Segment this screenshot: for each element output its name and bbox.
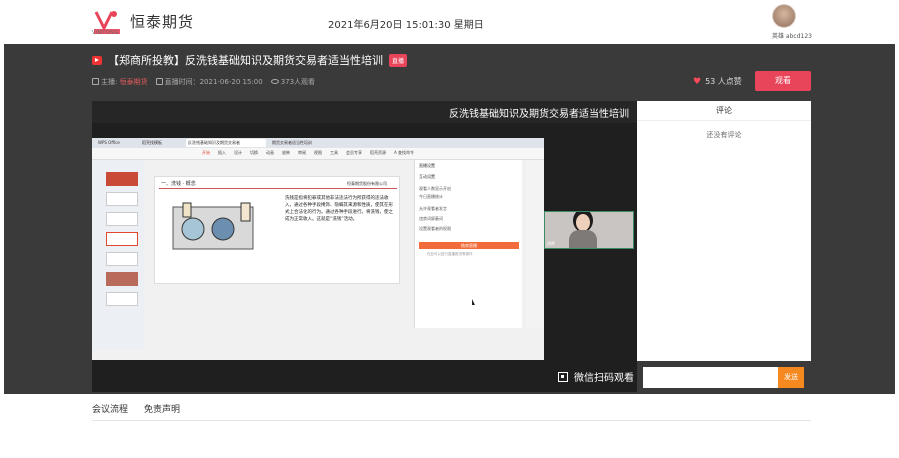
presenter: [569, 214, 597, 248]
wechat-qr-watch[interactable]: 微信扫码观看: [558, 369, 634, 384]
webcam-inset: 讲师: [544, 211, 634, 249]
slide-canvas: 一、洗钱 · 概念 恒泰期货股份有限公司 洗钱是指将犯罪或其他非法违法行为所获得…: [154, 176, 400, 284]
ribbon-item: 视图: [314, 150, 322, 155]
ribbon-items: 开始 插入 设计 切换 动画 放映 审阅 视图 工具 会员专享 稻壳资源 A 查…: [202, 150, 414, 156]
money-laundering-illustration: [172, 202, 254, 250]
comment-header[interactable]: 评论: [637, 101, 811, 121]
slide-body-text: 洗钱是指将犯罪或其他非法违法行为所获得的违法收入，通过各种手段掩饰、隐瞒其来源和…: [285, 196, 393, 222]
live-time: 直播时间：2021-06-20 15:00: [155, 77, 263, 87]
user-icon: [92, 78, 99, 85]
slide-divider: [159, 188, 397, 189]
like-count[interactable]: ♥ 53 人点赞: [693, 76, 742, 87]
tab-disclaimer[interactable]: 免责声明: [144, 402, 180, 415]
user-name[interactable]: 英雄 abcd123: [772, 31, 812, 40]
slide-thumbnail: [106, 212, 138, 226]
end-live-button: 结束直播: [419, 242, 519, 249]
info-tabs: 会议流程 免责声明: [92, 402, 180, 415]
browser-tab: 反洗钱基础知识及期货交易者: [186, 139, 266, 147]
current-datetime: 2021年6月20日 15:01:30 星期日: [328, 20, 484, 31]
comment-empty-text: 还没有评论: [706, 131, 742, 139]
user-avatar[interactable]: [772, 4, 796, 28]
eye-icon: [270, 79, 279, 84]
live-meta: 主播: 恒泰期货 直播时间：2021-06-20 15:00 373人观看: [92, 77, 315, 87]
ribbon-item: 放映: [282, 150, 290, 155]
comment-input[interactable]: [643, 367, 778, 388]
video-banner-title: 反洗钱基础知识及期货交易者适当性培训: [449, 109, 629, 120]
settings-section: 互动设置: [419, 174, 435, 179]
view-count-text: 373人观看: [280, 78, 316, 86]
slide-thumbnail: [106, 292, 138, 306]
slide-thumbnail-active: [106, 232, 138, 246]
shared-screen: WPS Office 稻壳找模板 反洗钱基础知识及期货交易者 期货交易者适当性培…: [92, 138, 544, 360]
browser-tab: 稻壳找模板: [142, 140, 162, 145]
settings-line: 设置观看者的权限: [419, 226, 451, 231]
webcam-label: 讲师: [547, 241, 555, 246]
host-info: 主播: 恒泰期货: [92, 77, 148, 87]
live-badge: 直播: [389, 53, 408, 67]
ribbon-bar: 开始 插入 设计 切换 动画 放映 审阅 视图 工具 会员专享 稻壳资源 A 查…: [92, 148, 544, 160]
video-banner: 反洗钱基础知识及期货交易者适当性培训: [92, 101, 637, 123]
live-settings-panel: 直播设置 互动设置 观看人数显示开启 今日直播统计 允许观看者发言 违禁词屏蔽词…: [414, 160, 522, 328]
video-icon: [92, 55, 102, 65]
browser-tab: 期货交易者适当性培训: [272, 140, 312, 145]
settings-footnote: 在此可以进行直播推流等操作: [427, 252, 473, 256]
comment-panel: 评论 还没有评论: [637, 101, 811, 361]
tabs-divider: [92, 420, 811, 421]
settings-line: 允许观看者发言: [419, 206, 447, 211]
top-bar: VIMTONG 恒泰期货 2021年6月20日 15:01:30 星期日 英雄 …: [0, 0, 899, 44]
live-time-text: 直播时间：2021-06-20 15:00: [164, 78, 263, 86]
tab-meeting-agenda[interactable]: 会议流程: [92, 402, 128, 415]
view-count: 373人观看: [270, 77, 316, 87]
browser-tab: WPS Office: [98, 140, 120, 145]
slide-thumbnail: [106, 192, 138, 206]
live-title: 【郑商所投教】反洗钱基础知识及期货交易者适当性培训: [108, 54, 383, 67]
heart-icon[interactable]: ♥: [693, 77, 701, 87]
presenter-head: [576, 214, 590, 231]
settings-line: 观看人数显示开启: [419, 186, 451, 191]
ribbon-item: 设计: [234, 150, 242, 155]
slide-thumbnail: [106, 252, 138, 266]
ribbon-item: 审阅: [298, 150, 306, 155]
settings-title: 直播设置: [419, 163, 435, 168]
ribbon-item: 工具: [330, 150, 338, 155]
ribbon-item: 稻壳资源: [370, 150, 386, 155]
ribbon-item: 开始: [202, 150, 210, 155]
host-label: 主播:: [101, 78, 118, 86]
qr-watch-text[interactable]: 微信扫码观看: [574, 369, 634, 384]
brand-name: 恒泰期货: [130, 13, 195, 31]
qr-code-icon[interactable]: [558, 371, 568, 382]
like-count-text: 53 人点赞: [705, 77, 742, 86]
comment-input-area: 发送: [637, 361, 811, 392]
slide-header: 一、洗钱 · 概念: [161, 181, 196, 187]
calendar-icon: [155, 78, 163, 85]
slide-thumbnail: [106, 272, 138, 286]
ribbon-item: 切换: [250, 150, 258, 155]
send-comment-button[interactable]: 发送: [778, 367, 804, 388]
settings-line: 违禁词屏蔽词: [419, 216, 443, 221]
ribbon-item: 会员专享: [346, 150, 362, 155]
settings-line: 今日直播统计: [419, 194, 443, 199]
ribbon-item: A 查找命令: [394, 150, 415, 155]
slide-thumbnail: [106, 172, 138, 186]
presenter-body: [569, 230, 597, 248]
logo-subtitle: VIMTONG: [92, 30, 119, 36]
slide-thumbnail-panel: [92, 160, 144, 350]
watch-button[interactable]: 观看: [755, 71, 811, 91]
live-title-row: 【郑商所投教】反洗钱基础知识及期货交易者适当性培训 直播: [92, 52, 408, 68]
mouse-cursor-icon: [472, 299, 475, 305]
browser-tab-bar: WPS Office 稻壳找模板 反洗钱基础知识及期货交易者 期货交易者适当性培…: [92, 138, 544, 148]
slide-company: 恒泰期货股份有限公司: [347, 181, 387, 186]
host-name[interactable]: 恒泰期货: [120, 78, 148, 86]
ribbon-item: 插入: [218, 150, 226, 155]
tool-strip: [526, 160, 544, 328]
ribbon-item: 动画: [266, 150, 274, 155]
